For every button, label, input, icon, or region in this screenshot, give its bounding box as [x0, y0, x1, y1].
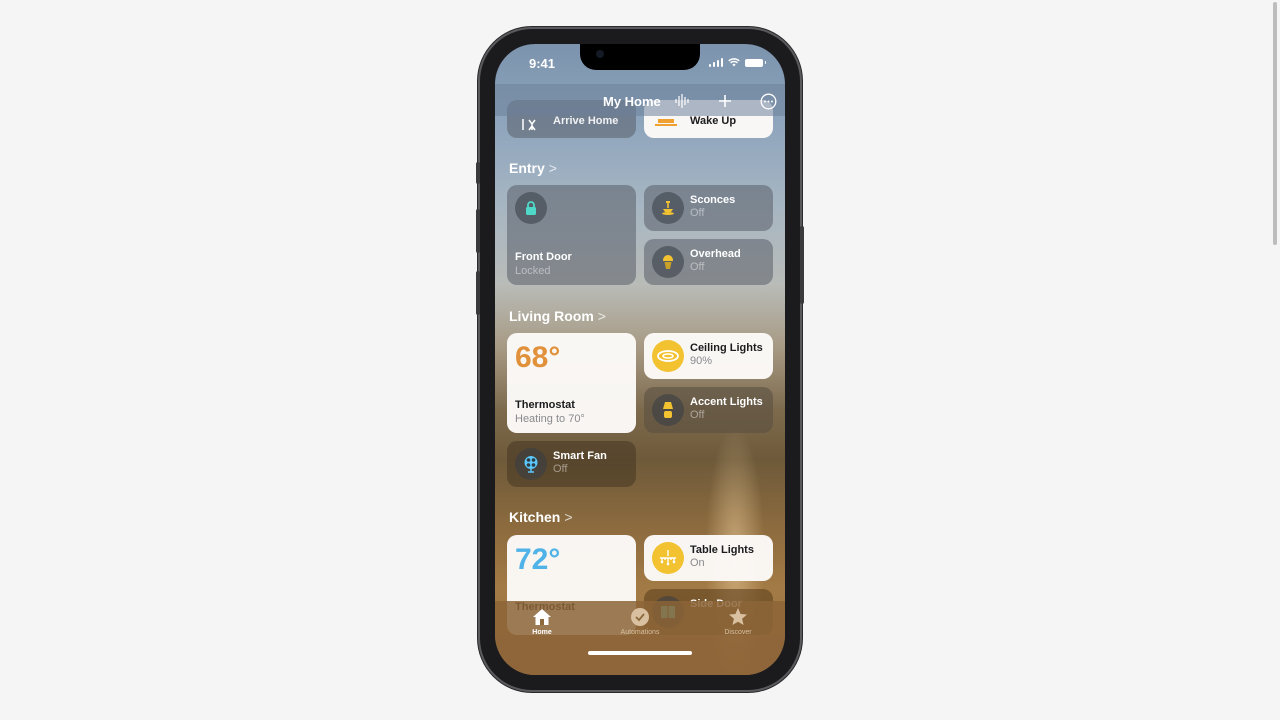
tile-ceiling-lights[interactable]: Ceiling Lights 90% [644, 333, 773, 379]
volume-down-button [476, 271, 480, 315]
page-scrollbar[interactable] [1273, 2, 1277, 245]
icon-circle [515, 192, 547, 224]
tab-automations[interactable]: Automations [600, 607, 680, 636]
tile-state: Off [690, 409, 705, 421]
home-indicator[interactable] [588, 651, 692, 655]
more-icon[interactable] [757, 90, 779, 112]
icon-circle [652, 192, 684, 224]
section-title: Entry [509, 160, 545, 176]
tile-name: Ceiling Lights [690, 342, 763, 354]
phone-frame: 9:41 Arrive Home Wake Up Entry > Front D… [476, 29, 804, 690]
home-content[interactable]: Arrive Home Wake Up Entry > Front Door Lo… [495, 44, 785, 675]
icon-circle [652, 340, 684, 372]
tab-label: Discover [724, 629, 752, 636]
arrive-home-icon [522, 119, 536, 131]
tab-label: Automations [620, 629, 660, 636]
navigation-bar: My Home [495, 84, 785, 116]
tile-name: Front Door [515, 251, 572, 263]
section-title: Living Room [509, 308, 594, 324]
side-button [800, 226, 804, 304]
wifi-icon [728, 58, 740, 67]
screen: 9:41 Arrive Home Wake Up Entry > Front D… [495, 44, 785, 675]
tile-front-door[interactable]: Front Door Locked [507, 185, 636, 285]
tile-name: Table Lights [690, 544, 754, 556]
tile-living-room-thermostat[interactable]: 68° Thermostat Heating to 70° [507, 333, 636, 433]
tile-state: On [690, 557, 705, 569]
chevron-right-icon: > [564, 509, 573, 525]
icon-circle [652, 394, 684, 426]
scene-name: Arrive Home [553, 115, 619, 127]
tile-name: Thermostat [515, 399, 575, 411]
clock-check-icon [631, 608, 649, 626]
bulb-icon [663, 255, 673, 269]
tile-state: Off [690, 261, 705, 273]
tile-state: Heating to 70° [515, 413, 585, 425]
section-living-room[interactable]: Living Room > [509, 308, 606, 324]
icon-circle [515, 448, 547, 480]
fan-icon [524, 456, 538, 473]
icon-circle [652, 246, 684, 278]
chevron-right-icon: > [597, 308, 606, 324]
icon-circle [652, 542, 684, 574]
tile-accent-lights[interactable]: Accent Lights Off [644, 387, 773, 433]
plus-icon[interactable] [714, 90, 736, 112]
tile-sconces[interactable]: Sconces Off [644, 185, 773, 231]
battery-icon [745, 58, 766, 67]
notch [580, 44, 700, 70]
tile-name: Overhead [690, 248, 741, 260]
siri-waveform-icon[interactable] [671, 90, 693, 112]
section-title: Kitchen [509, 509, 561, 525]
lamp-icon [663, 402, 673, 418]
cellular-signal-icon [708, 58, 723, 67]
tile-overhead[interactable]: Overhead Off [644, 239, 773, 285]
chevron-right-icon: > [548, 160, 557, 176]
tile-table-lights[interactable]: Table Lights On [644, 535, 773, 581]
sconce-icon [662, 201, 674, 215]
scene-name: Wake Up [690, 115, 737, 127]
chandelier-icon [660, 550, 676, 566]
tile-state: 90% [690, 355, 713, 367]
front-camera [596, 50, 604, 58]
tab-home[interactable]: Home [502, 607, 582, 636]
tile-state: Locked [515, 265, 551, 277]
section-entry[interactable]: Entry > [509, 160, 557, 176]
tab-label: Home [532, 629, 552, 636]
volume-up-button [476, 209, 480, 253]
wake-up-icon [655, 119, 677, 126]
temperature-value: 68° [515, 341, 561, 374]
tile-name: Sconces [690, 194, 736, 206]
star-icon [729, 608, 747, 625]
mute-switch [476, 162, 480, 184]
temperature-value: 72° [515, 543, 561, 576]
lock-icon [526, 200, 536, 215]
home-title: My Home [603, 94, 661, 109]
tile-name: Smart Fan [553, 450, 607, 462]
tab-bar: Home Automations Discover [495, 601, 785, 675]
tile-smart-fan[interactable]: Smart Fan Off [507, 441, 636, 487]
section-kitchen[interactable]: Kitchen > [509, 509, 573, 525]
house-icon [533, 609, 551, 625]
tab-discover[interactable]: Discover [698, 607, 778, 636]
tile-state: Off [690, 207, 705, 219]
status-time: 9:41 [529, 56, 556, 71]
tile-state: Off [553, 463, 568, 475]
tile-name: Accent Lights [690, 396, 763, 408]
ceiling-light-icon [657, 350, 679, 362]
